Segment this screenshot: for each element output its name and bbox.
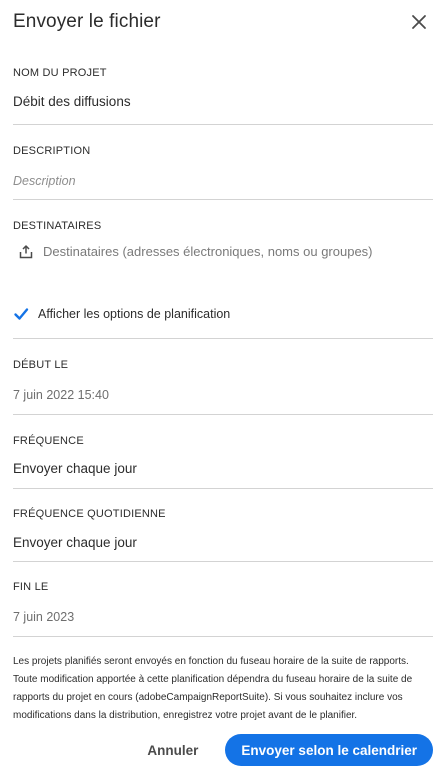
end-date-field: FIN LE 7 juin 2023	[13, 581, 433, 637]
end-date-label: FIN LE	[13, 581, 49, 593]
checkmark-icon[interactable]	[13, 306, 29, 322]
recipients-placeholder: Destinataires (adresses électroniques, n…	[43, 244, 373, 259]
start-date-field: DÉBUT LE 7 juin 2022 15:40	[13, 359, 433, 415]
close-icon[interactable]	[411, 14, 427, 30]
divider	[13, 199, 433, 200]
frequency-select[interactable]: Envoyer chaque jour	[13, 461, 137, 476]
divider	[13, 124, 433, 125]
divider	[13, 414, 433, 415]
cancel-button[interactable]: Annuler	[133, 743, 212, 758]
description-input[interactable]: Description	[13, 174, 76, 188]
start-date-input[interactable]: 7 juin 2022 15:40	[13, 388, 109, 402]
dialog-footer: Annuler Envoyer selon le calendrier	[133, 734, 433, 766]
recipients-label: DESTINATAIRES	[13, 220, 102, 232]
description-field: DESCRIPTION Description	[13, 145, 433, 200]
timezone-note: Les projets planifiés seront envoyés en …	[13, 656, 413, 721]
show-schedule-options-label: Afficher les options de planification	[38, 307, 231, 321]
dialog-title: Envoyer le fichier	[13, 11, 161, 32]
project-name-input[interactable]: Débit des diffusions	[13, 94, 131, 109]
dialog-header: Envoyer le fichier	[0, 0, 447, 44]
end-date-input[interactable]: 7 juin 2023	[13, 610, 74, 624]
show-schedule-options-checkbox[interactable]: Afficher les options de planification	[13, 306, 230, 322]
project-name-field: NOM DU PROJET Débit des diffusions	[13, 67, 433, 125]
frequency-label: FRÉQUENCE	[13, 435, 84, 447]
recipients-field: DESTINATAIRES Destinataires (adresses él…	[13, 220, 433, 274]
divider	[13, 561, 433, 562]
frequency-field: FRÉQUENCE Envoyer chaque jour	[13, 435, 433, 489]
divider	[13, 636, 433, 637]
daily-frequency-select[interactable]: Envoyer chaque jour	[13, 535, 137, 550]
daily-frequency-field: FRÉQUENCE QUOTIDIENNE Envoyer chaque jou…	[13, 508, 433, 562]
divider	[13, 338, 433, 339]
start-date-label: DÉBUT LE	[13, 359, 69, 371]
send-file-dialog: Envoyer le fichier NOM DU PROJET Débit d…	[0, 0, 447, 781]
share-icon	[19, 244, 33, 259]
divider-wrap	[13, 338, 433, 339]
description-label: DESCRIPTION	[13, 145, 91, 157]
project-name-label: NOM DU PROJET	[13, 67, 107, 79]
recipients-input[interactable]: Destinataires (adresses électroniques, n…	[13, 244, 433, 259]
divider	[13, 488, 433, 489]
daily-frequency-label: FRÉQUENCE QUOTIDIENNE	[13, 508, 166, 520]
send-on-schedule-button[interactable]: Envoyer selon le calendrier	[225, 734, 433, 766]
